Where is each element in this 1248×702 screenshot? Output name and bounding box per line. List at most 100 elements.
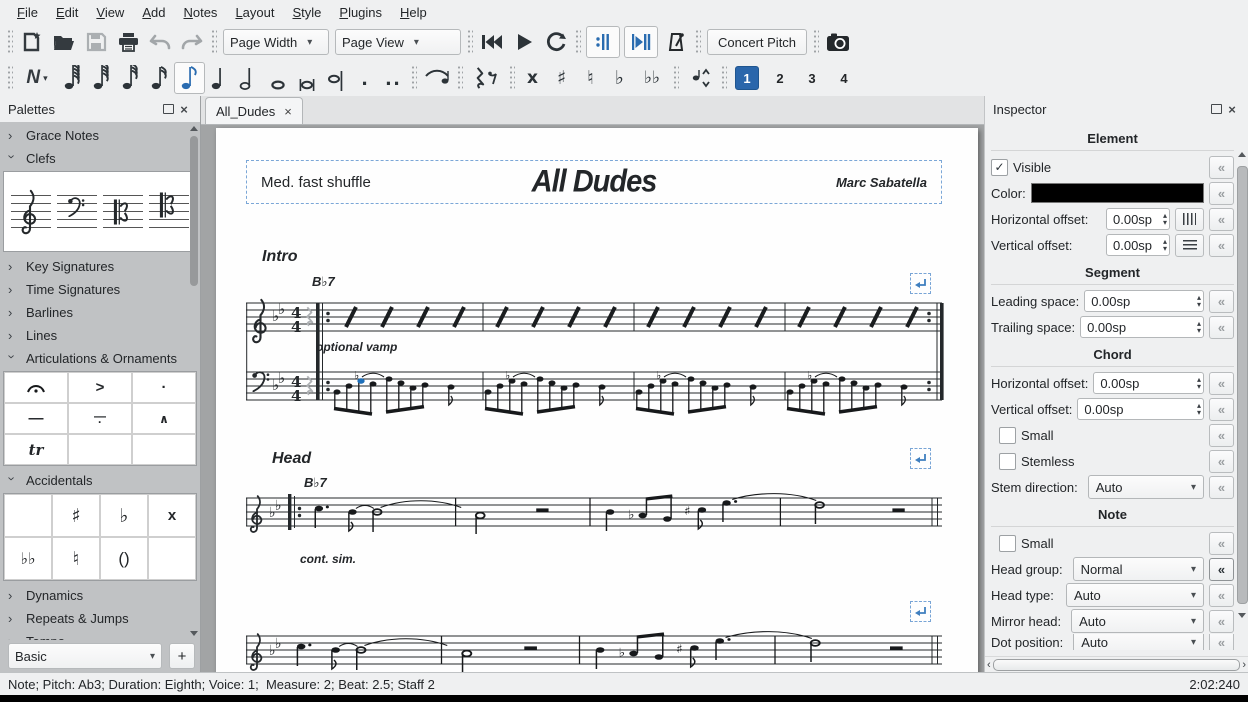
alto-clef-cell[interactable] (103, 195, 143, 228)
reset-color-button[interactable]: « (1209, 182, 1234, 205)
staccato-cell[interactable]: · (132, 372, 196, 403)
note-longa-button[interactable] (321, 63, 350, 93)
rest-button[interactable] (466, 63, 506, 93)
bass-clef-cell[interactable] (57, 195, 97, 228)
inspector-hscrollbar-thumb[interactable] (993, 659, 1241, 671)
menu-plugins[interactable]: Plugins (330, 2, 391, 23)
color-swatch[interactable] (1031, 183, 1204, 203)
empty-cell[interactable] (68, 434, 132, 465)
reset-stem-direction-button[interactable]: « (1209, 476, 1234, 499)
close-panel-icon[interactable]: × (1224, 101, 1240, 117)
voice-3-button[interactable]: 3 (801, 67, 823, 89)
small-chord-checkbox[interactable] (999, 427, 1016, 444)
natural-button[interactable]: ♮ (576, 63, 605, 93)
open-file-button[interactable] (48, 27, 80, 57)
rehearsal-mark-head[interactable]: Head (272, 450, 311, 468)
sharp-cell[interactable]: ♯ (52, 494, 100, 537)
v-offset-spinbox[interactable]: 0.00sp ▴▾ (1106, 234, 1170, 256)
accent-cell[interactable]: > (68, 372, 132, 403)
dot-position-combobox[interactable]: Auto ▾ (1073, 634, 1204, 650)
scroll-down-icon[interactable] (190, 631, 198, 636)
play-button[interactable] (508, 27, 540, 57)
workspace-combobox[interactable]: Basic ▾ (8, 643, 162, 669)
undo-button[interactable] (144, 27, 176, 57)
tenuto-cell[interactable]: — (4, 403, 68, 434)
note-whole-button[interactable] (263, 63, 292, 93)
menu-layout[interactable]: Layout (226, 2, 283, 23)
chord-v-offset-spinbox[interactable]: 0.00sp ▴▾ (1077, 398, 1204, 420)
metronome-button[interactable] (660, 27, 692, 57)
sharp-button[interactable]: ♯ (547, 63, 576, 93)
note-32nd-button[interactable] (116, 63, 145, 93)
score-canvas[interactable]: Med. fast shuffle All Dudes Marc Sabatel… (201, 125, 984, 672)
menu-notes[interactable]: Notes (174, 2, 226, 23)
flat-button[interactable]: ♭ (605, 63, 634, 93)
menu-add[interactable]: Add (133, 2, 174, 23)
mirror-head-combobox[interactable]: Auto ▾ (1071, 609, 1204, 633)
empty-cell[interactable] (148, 537, 196, 580)
double-flat-button[interactable]: ♭♭ (634, 63, 670, 93)
double-flat-cell[interactable]: ♭♭ (4, 537, 52, 580)
stem-direction-combobox[interactable]: Auto ▾ (1088, 475, 1204, 499)
reset-head-type-button[interactable]: « (1209, 584, 1234, 607)
menu-view[interactable]: View (87, 2, 133, 23)
visible-checkbox[interactable]: ✓ (991, 159, 1008, 176)
tenor-clef-cell[interactable] (149, 195, 189, 228)
note-128th-button[interactable] (58, 63, 87, 93)
palette-lines[interactable]: › Lines (0, 324, 200, 347)
reset-dot-position-button[interactable]: « (1209, 634, 1234, 650)
stemless-checkbox[interactable] (999, 453, 1016, 470)
small-note-checkbox[interactable] (999, 535, 1016, 552)
concert-pitch-button[interactable]: Concert Pitch (707, 29, 807, 55)
menu-file[interactable]: File (8, 2, 47, 23)
head-group-combobox[interactable]: Normal ▾ (1073, 557, 1204, 581)
palettes-scrollbar-thumb[interactable] (190, 136, 198, 286)
save-button[interactable] (80, 27, 112, 57)
double-sharp-cell[interactable]: x (148, 494, 196, 537)
fermata-cell[interactable] (4, 372, 68, 403)
menu-style[interactable]: Style (283, 2, 330, 23)
zoom-combobox[interactable]: Page Width ▾ (223, 29, 329, 55)
loop-playback-button[interactable] (540, 27, 572, 57)
pan-score-toggle[interactable] (624, 26, 658, 58)
natural-cell[interactable]: ♮ (52, 537, 100, 580)
tab-all-dudes[interactable]: All_Dudes × (205, 97, 303, 124)
double-dot-button[interactable]: .. (379, 63, 408, 93)
flat-cell[interactable]: ♭ (100, 494, 148, 537)
palette-barlines[interactable]: › Barlines (0, 301, 200, 324)
chord-h-offset-spinbox[interactable]: 0.00sp ▴▾ (1093, 372, 1204, 394)
close-tab-icon[interactable]: × (284, 104, 292, 119)
optional-vamp-text[interactable]: optional vamp (316, 340, 397, 354)
snap-vertical-grid-button[interactable] (1175, 234, 1204, 257)
rewind-button[interactable] (476, 27, 508, 57)
leading-space-spinbox[interactable]: 0.00sp ▴▾ (1084, 290, 1204, 312)
reset-leading-space-button[interactable]: « (1209, 290, 1234, 313)
palette-grace-notes[interactable]: › Grace Notes (0, 124, 200, 147)
rehearsal-mark-intro[interactable]: Intro (262, 248, 298, 266)
clefs-palette-cells[interactable] (3, 171, 197, 252)
reset-chord-h-offset-button[interactable]: « (1209, 372, 1234, 395)
inspector-scrollbar-thumb[interactable] (1237, 166, 1248, 604)
note-input-mode-button[interactable]: N ▾ (16, 63, 58, 93)
tie-button[interactable] (420, 63, 454, 93)
voice-4-button[interactable]: 4 (833, 67, 855, 89)
float-panel-icon[interactable] (160, 101, 176, 117)
voice-1-button[interactable]: 1 (735, 66, 759, 90)
note-quarter-button[interactable] (205, 63, 234, 93)
toolbar-drag-handle[interactable] (7, 29, 13, 55)
reset-small-chord-button[interactable]: « (1209, 424, 1234, 447)
system-2-notation[interactable]: ♭♭ (246, 480, 946, 558)
palette-dynamics[interactable]: › Dynamics (0, 584, 200, 607)
system-3-notation[interactable]: ♭♭ (246, 628, 946, 672)
palette-clefs[interactable]: › Clefs (0, 147, 200, 170)
palette-repeats-jumps[interactable]: › Repeats & Jumps (0, 607, 200, 630)
reset-small-note-button[interactable]: « (1209, 532, 1234, 555)
reset-chord-v-offset-button[interactable]: « (1209, 398, 1234, 421)
scroll-left-icon[interactable]: ‹ (987, 660, 991, 670)
reset-mirror-head-button[interactable]: « (1209, 610, 1234, 633)
snap-horizontal-grid-button[interactable] (1175, 208, 1204, 231)
head-type-combobox[interactable]: Auto ▾ (1066, 583, 1204, 607)
palette-time-signatures[interactable]: › Time Signatures (0, 278, 200, 301)
close-panel-icon[interactable]: × (176, 101, 192, 117)
empty-cell[interactable] (132, 434, 196, 465)
